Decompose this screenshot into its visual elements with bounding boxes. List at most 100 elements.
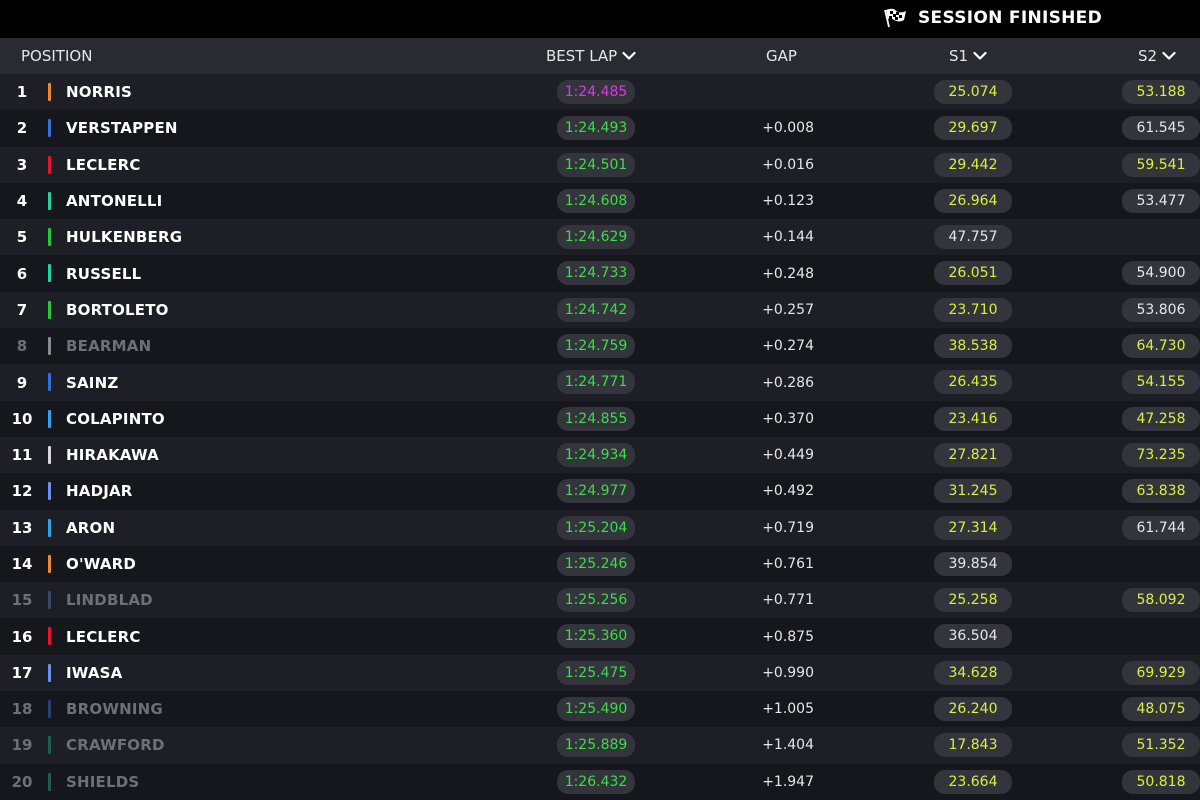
- position-number: 7: [16, 300, 28, 319]
- table-row[interactable]: 8 BEARMAN 1:24.759 +0.274 38.538 64.730: [0, 328, 1200, 365]
- table-row[interactable]: 20 SHIELDS 1:26.432 +1.947 23.664 50.818: [0, 763, 1200, 800]
- sector-1-time: 31.245: [934, 479, 1012, 504]
- header-best-lap[interactable]: BEST LAP: [546, 38, 636, 74]
- position-number: 11: [11, 446, 33, 465]
- table-row[interactable]: 10 COLAPINTO 1:24.855 +0.370 23.416 47.258: [0, 400, 1200, 437]
- gap-value: +0.274: [762, 338, 814, 355]
- gap-value: +0.248: [762, 265, 814, 282]
- sector-1-time: 17.843: [934, 733, 1012, 758]
- sector-1-time: 23.710: [934, 297, 1012, 322]
- team-color-bar: [48, 119, 51, 138]
- sector-1-time: 27.821: [934, 442, 1012, 467]
- team-color-bar: [48, 627, 51, 646]
- best-lap-time: 1:25.475: [557, 660, 635, 685]
- table-row[interactable]: 9 SAINZ 1:24.771 +0.286 26.435 54.155: [0, 364, 1200, 401]
- best-lap-time: 1:24.742: [557, 297, 635, 322]
- team-color-bar: [48, 663, 51, 682]
- best-lap-time: 1:24.759: [557, 334, 635, 359]
- table-row[interactable]: 19 CRAWFORD 1:25.889 +1.404 17.843 51.352: [0, 727, 1200, 764]
- table-row[interactable]: 1 NORRIS 1:24.485 25.074 53.188: [0, 74, 1200, 111]
- header-best-lap-label: BEST LAP: [546, 47, 618, 65]
- sector-2-time: 53.806: [1122, 297, 1200, 322]
- sector-1-time: 23.416: [934, 406, 1012, 431]
- sector-1-time: 25.258: [934, 588, 1012, 613]
- table-row[interactable]: 2 VERSTAPPEN 1:24.493 +0.008 29.697 61.545: [0, 110, 1200, 147]
- driver-name: HULKENBERG: [66, 228, 183, 247]
- driver-name: SAINZ: [66, 373, 119, 392]
- team-color-bar: [48, 700, 51, 719]
- timing-screen: SESSION FINISHED POSITION BEST LAP GAP S…: [0, 0, 1200, 800]
- best-lap-time: 1:26.432: [557, 769, 635, 794]
- team-color-bar: [48, 300, 51, 319]
- position-number: 3: [16, 155, 28, 174]
- gap-value: +0.492: [762, 483, 814, 500]
- table-row[interactable]: 7 BORTOLETO 1:24.742 +0.257 23.710 53.806: [0, 291, 1200, 329]
- position-number: 2: [16, 119, 28, 138]
- table-row[interactable]: 18 BROWNING 1:25.490 +1.005 26.240 48.075: [0, 691, 1200, 728]
- driver-name: VERSTAPPEN: [66, 119, 178, 138]
- driver-name: HADJAR: [66, 482, 133, 501]
- chevron-down-icon: [622, 51, 636, 60]
- header-gap[interactable]: GAP: [766, 38, 797, 74]
- sector-1-time: 25.074: [934, 80, 1012, 104]
- table-row[interactable]: 11 HIRAKAWA 1:24.934 +0.449 27.821 73.235: [0, 436, 1200, 474]
- sector-2-time: 73.235: [1122, 442, 1200, 467]
- best-lap-time: 1:24.855: [557, 406, 635, 431]
- sector-2-time: 63.838: [1122, 479, 1200, 504]
- position-number: 20: [11, 772, 33, 791]
- table-row[interactable]: 3 LECLERC 1:24.501 +0.016 29.442 59.541: [0, 146, 1200, 183]
- gap-value: +1.947: [762, 773, 814, 790]
- team-color-bar: [48, 772, 51, 791]
- chevron-down-icon: [973, 51, 987, 60]
- team-color-bar: [48, 155, 51, 174]
- table-row[interactable]: 15 LINDBLAD 1:25.256 +0.771 25.258 58.092: [0, 582, 1200, 619]
- driver-name: BORTOLETO: [66, 300, 169, 319]
- sector-1-time: 27.314: [934, 515, 1012, 540]
- position-number: 8: [16, 337, 28, 356]
- position-number: 6: [16, 264, 28, 283]
- driver-name: COLAPINTO: [66, 409, 165, 428]
- table-row[interactable]: 5 HULKENBERG 1:24.629 +0.144 47.757: [0, 219, 1200, 256]
- sector-1-time: 29.697: [934, 116, 1012, 141]
- position-number: 14: [11, 555, 33, 573]
- best-lap-time: 1:24.733: [557, 261, 635, 286]
- header-position[interactable]: POSITION: [21, 38, 92, 74]
- table-row[interactable]: 12 HADJAR 1:24.977 +0.492 31.245 63.838: [0, 473, 1200, 510]
- chevron-down-icon: [1162, 51, 1176, 60]
- driver-name: LINDBLAD: [66, 591, 153, 610]
- team-color-bar: [48, 736, 51, 755]
- team-color-bar: [48, 373, 51, 392]
- sector-2-time: 58.092: [1122, 588, 1200, 613]
- position-number: 5: [16, 228, 28, 247]
- best-lap-time: 1:24.608: [557, 188, 635, 213]
- table-row[interactable]: 16 LECLERC 1:25.360 +0.875 36.504: [0, 618, 1200, 655]
- team-color-bar: [48, 264, 51, 283]
- table-row[interactable]: 4 ANTONELLI 1:24.608 +0.123 26.964 53.477: [0, 182, 1200, 220]
- header-s2[interactable]: S2: [1138, 38, 1176, 74]
- table-row[interactable]: 13 ARON 1:25.204 +0.719 27.314 61.744: [0, 509, 1200, 546]
- sector-1-time: 29.442: [934, 152, 1012, 177]
- sector-2-time: 51.352: [1122, 733, 1200, 758]
- best-lap-time: 1:24.771: [557, 370, 635, 395]
- column-header: POSITION BEST LAP GAP S1 S2: [0, 38, 1200, 74]
- position-number: 9: [16, 373, 28, 392]
- session-status-text: SESSION FINISHED: [918, 8, 1102, 28]
- gap-value: +0.875: [762, 628, 814, 645]
- header-s1[interactable]: S1: [949, 38, 987, 74]
- table-row[interactable]: 17 IWASA 1:25.475 +0.990 34.628 69.929: [0, 654, 1200, 692]
- sector-2-time: 50.818: [1122, 769, 1200, 794]
- gap-value: +0.449: [762, 447, 814, 464]
- checkered-flag-icon: [884, 8, 906, 28]
- table-row[interactable]: 6 RUSSELL 1:24.733 +0.248 26.051 54.900: [0, 255, 1200, 292]
- driver-name: SHIELDS: [66, 772, 140, 791]
- gap-value: +0.016: [762, 156, 814, 173]
- gap-value: +0.990: [762, 664, 814, 681]
- team-color-bar: [48, 83, 51, 101]
- gap-value: +0.286: [762, 374, 814, 391]
- table-row[interactable]: 14 O'WARD 1:25.246 +0.761 39.854: [0, 545, 1200, 583]
- sector-1-time: 26.964: [934, 188, 1012, 213]
- best-lap-time: 1:24.501: [557, 152, 635, 177]
- gap-value: +0.370: [762, 410, 814, 427]
- sector-1-time: 26.051: [934, 261, 1012, 286]
- sector-2-time: 53.477: [1122, 188, 1200, 213]
